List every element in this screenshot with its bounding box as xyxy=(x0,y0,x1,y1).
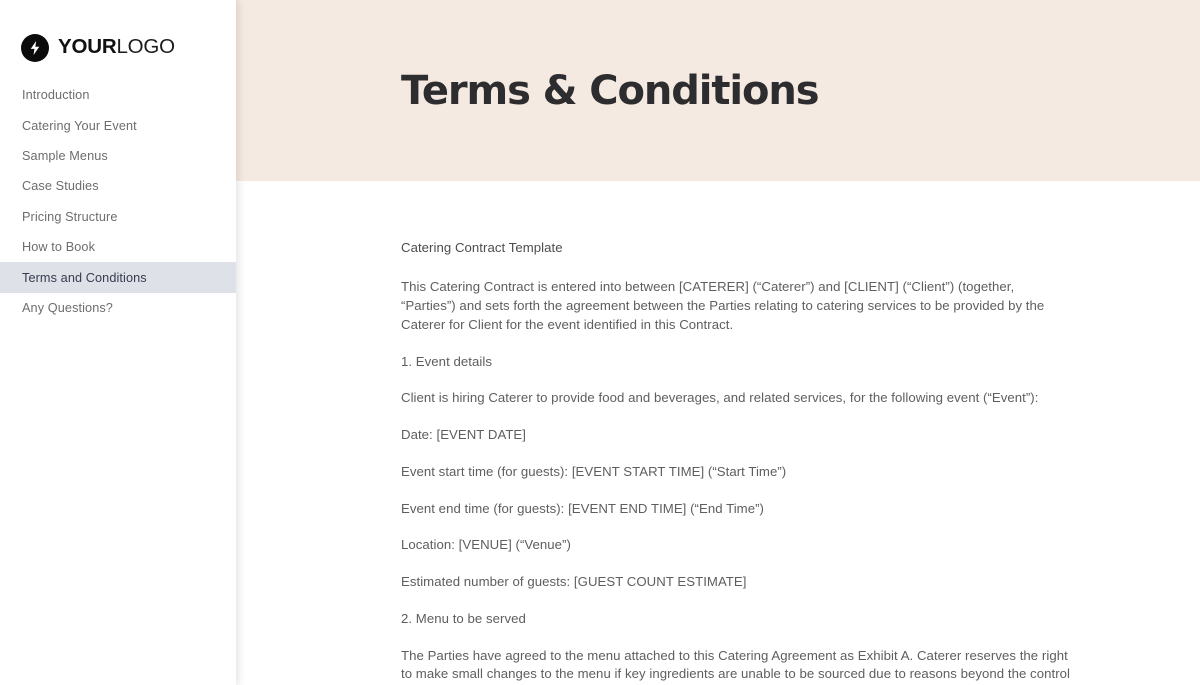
sidebar-item-label: Introduction xyxy=(22,88,90,103)
sidebar-item-introduction[interactable]: Introduction xyxy=(0,80,236,110)
document-section-2-title: 2. Menu to be served xyxy=(401,610,526,626)
lightning-bolt-icon xyxy=(21,33,49,62)
logo-text-bold: YOUR xyxy=(58,35,117,59)
sidebar-item-label: Sample Menus xyxy=(22,148,108,163)
logo-text-light: LOGO xyxy=(116,35,175,59)
sidebar-item-label: Catering Your Event xyxy=(22,118,137,133)
sidebar-item-terms-and-conditions[interactable]: Terms and Conditions xyxy=(0,262,236,293)
sidebar-item-label: Pricing Structure xyxy=(22,209,118,224)
page-title: Terms & Conditions xyxy=(401,67,820,114)
document-paragraph: Client is hiring Caterer to provide food… xyxy=(401,390,1039,406)
sidebar-item-pricing-structure[interactable]: Pricing Structure xyxy=(0,202,236,232)
sidebar-nav: Introduction Catering Your Event Sample … xyxy=(0,80,236,323)
sidebar: YOURLOGO Introduction Catering Your Even… xyxy=(0,0,236,685)
document-field-guest-count: Estimated number of guests: [GUEST COUNT… xyxy=(401,574,747,590)
sidebar-item-label: Terms and Conditions xyxy=(22,270,147,285)
app-root: YOURLOGO Introduction Catering Your Even… xyxy=(0,0,1200,685)
sidebar-item-any-questions[interactable]: Any Questions? xyxy=(0,293,236,323)
sidebar-item-label: How to Book xyxy=(22,240,96,255)
document-field-date: Date: [EVENT DATE] xyxy=(401,427,526,443)
main-content: Terms & Conditions Catering Contract Tem… xyxy=(236,0,1200,685)
logo[interactable]: YOURLOGO xyxy=(0,0,236,68)
document-paragraph: This Catering Contract is entered into b… xyxy=(401,279,1045,332)
sidebar-item-case-studies[interactable]: Case Studies xyxy=(0,171,236,201)
document-field-location: Location: [VENUE] (“Venue”) xyxy=(401,537,571,553)
document-paragraph: The Parties have agreed to the menu atta… xyxy=(401,647,1070,682)
sidebar-item-how-to-book[interactable]: How to Book xyxy=(0,232,236,262)
sidebar-item-label: Any Questions? xyxy=(22,300,113,315)
document-heading: Catering Contract Template xyxy=(401,240,563,255)
document-field-start-time: Event start time (for guests): [EVENT ST… xyxy=(401,463,787,479)
sidebar-item-sample-menus[interactable]: Sample Menus xyxy=(0,141,236,171)
sidebar-item-label: Case Studies xyxy=(22,179,99,194)
page-header: Terms & Conditions xyxy=(236,0,1200,181)
document-body: Catering Contract Template This Catering… xyxy=(236,181,1200,685)
sidebar-item-catering-your-event[interactable]: Catering Your Event xyxy=(0,110,236,140)
document-field-end-time: Event end time (for guests): [EVENT END … xyxy=(401,500,764,516)
document-section-1-title: 1. Event details xyxy=(401,353,492,369)
logo-text: YOURLOGO xyxy=(58,37,175,58)
